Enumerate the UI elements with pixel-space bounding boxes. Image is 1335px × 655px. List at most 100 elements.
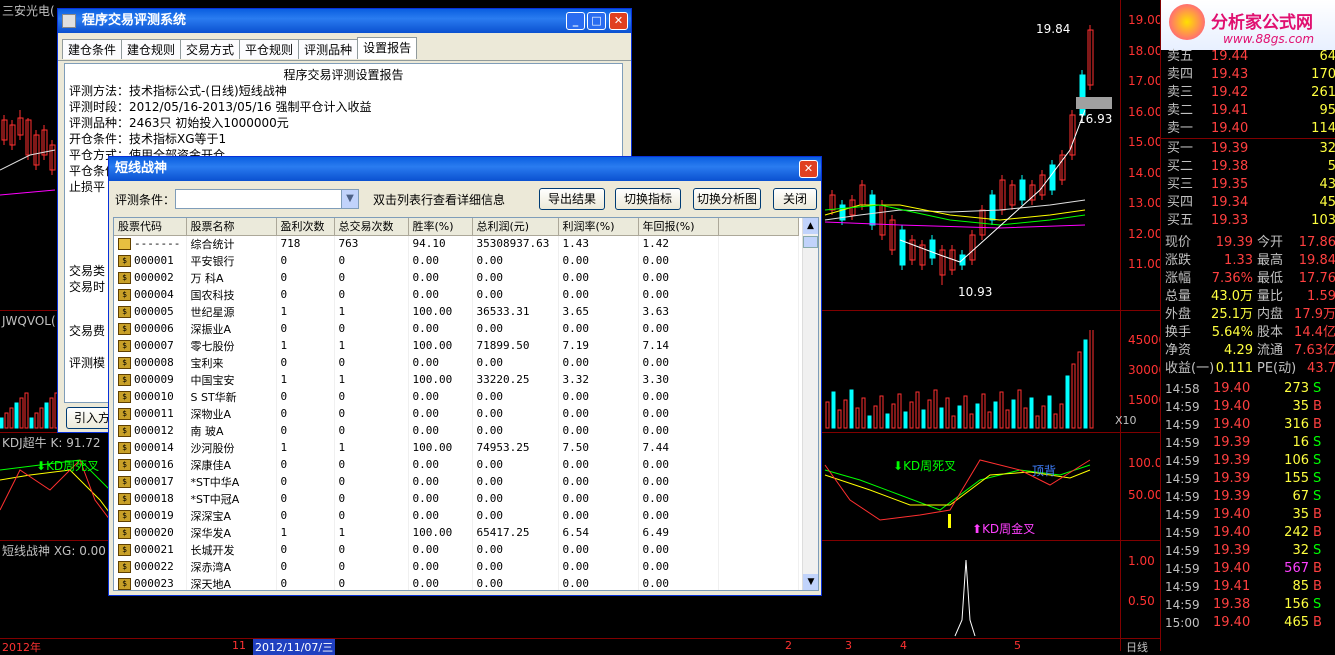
- result-table-container[interactable]: 股票代码 股票名称 盈利次数 总交易次数 胜率(%) 总利润(元) 利润率(%) 年回报(%)…: [113, 217, 819, 591]
- volume-bar: [975, 403, 980, 429]
- price-axis-label: 17.00: [1128, 74, 1163, 88]
- scroll-down-icon[interactable]: ▼: [803, 574, 818, 590]
- tab-build-cond[interactable]: 建仓条件: [62, 39, 123, 59]
- report-line: 评测方法：技术指标公式-(日线)短线战神: [69, 84, 287, 98]
- table-row[interactable]: $000005 世纪星源 1 1 100.00 36533.31 3.65 3.63: [114, 303, 799, 320]
- switch-indicator-button[interactable]: 切换指标: [615, 188, 681, 210]
- table-row[interactable]: $000009 中国宝安 1 1 100.00 33220.25 3.32 3.30: [114, 371, 799, 388]
- maximize-button[interactable]: □: [587, 12, 606, 30]
- xg-axis-label: 1.00: [1128, 554, 1155, 568]
- table-row[interactable]: $000018 *ST中冠A 0 0 0.00 0.00 0.00 0.00: [114, 490, 799, 507]
- volume-bar: [34, 412, 39, 429]
- dollar-icon: $: [118, 425, 131, 437]
- grid-line: [1120, 0, 1121, 651]
- column-header[interactable]: 总交易次数: [334, 218, 409, 236]
- volume-bar: [963, 395, 968, 429]
- stat-row: 收益(一) 0.111 PE(动) 43.7: [1165, 361, 1335, 376]
- stat-row: 涨幅 7.36% 最低 17.76: [1165, 271, 1335, 286]
- stat-row: 外盘 25.1万 内盘 17.9万: [1165, 307, 1335, 322]
- sell-level-row: 卖二 19.41 95: [1167, 103, 1335, 118]
- volume-bar: [927, 399, 932, 429]
- scroll-thumb[interactable]: [803, 236, 818, 248]
- tick-row: 15:00 19.40 465 B: [1165, 615, 1322, 630]
- volume-bar: [945, 397, 950, 429]
- logo-banner[interactable]: 分析家公式网 www.88gs.com: [1161, 0, 1335, 50]
- tab-settings-report[interactable]: 设置报告: [357, 37, 418, 59]
- export-button[interactable]: 导出结果: [539, 188, 605, 210]
- tick-row: 14:59 19.41 85 B: [1165, 579, 1322, 594]
- table-row[interactable]: $000021 长城开发 0 0 0.00 0.00 0.00 0.00: [114, 541, 799, 558]
- table-row[interactable]: $000007 零七股份 1 1 100.00 71899.50 7.19 7.14: [114, 337, 799, 354]
- dollar-icon: $: [118, 289, 131, 301]
- column-header[interactable]: 股票代码: [114, 218, 187, 236]
- tab-eval-variety[interactable]: 评测品种: [298, 39, 359, 59]
- chevron-down-icon[interactable]: ▼: [341, 190, 358, 208]
- eval-system-titlebar[interactable]: 程序交易评测系统 _ □ ✕: [58, 9, 631, 33]
- volume-bar: [987, 411, 992, 429]
- column-header[interactable]: 年回报(%): [638, 218, 719, 236]
- sell-level-row: 卖四 19.43 170: [1167, 67, 1335, 82]
- table-row[interactable]: $000008 宝利来 0 0 0.00 0.00 0.00 0.00: [114, 354, 799, 371]
- hint-text: 双击列表行查看详细信息: [373, 193, 506, 207]
- table-row[interactable]: $000022 深赤湾A 0 0 0.00 0.00 0.00 0.00: [114, 558, 799, 575]
- flower-logo-icon: [1169, 4, 1205, 40]
- volume-bar: [0, 417, 4, 429]
- result-table: 股票代码 股票名称 盈利次数 总交易次数 胜率(%) 总利润(元) 利润率(%) 年回报(%)…: [114, 218, 799, 590]
- table-row[interactable]: $000001 平安银行 0 0 0.00 0.00 0.00 0.00: [114, 252, 799, 269]
- folder-icon: [118, 238, 131, 251]
- result-titlebar[interactable]: 短线战神 ✕: [109, 157, 821, 181]
- date-label: 4: [900, 639, 907, 652]
- volume-bar: [999, 391, 1004, 429]
- tab-close-rule[interactable]: 平仓规则: [239, 39, 300, 59]
- volume-bar: [1047, 395, 1052, 429]
- column-header[interactable]: 盈利次数: [276, 218, 335, 236]
- table-row[interactable]: $000023 深天地A 0 0 0.00 0.00 0.00 0.00: [114, 575, 799, 590]
- date-label: 2012年: [2, 641, 41, 654]
- result-close-icon[interactable]: ✕: [799, 160, 818, 178]
- table-row[interactable]: $000016 深康佳A 0 0 0.00 0.00 0.00 0.00: [114, 456, 799, 473]
- volume-bar: [44, 402, 49, 429]
- dollar-icon: $: [118, 561, 131, 573]
- logo-name: 分析家公式网: [1211, 13, 1313, 33]
- tab-trade-mode[interactable]: 交易方式: [180, 39, 241, 59]
- cond-select[interactable]: ▼: [175, 189, 359, 209]
- price-axis-label: 18.00: [1128, 43, 1163, 58]
- column-header[interactable]: 胜率(%): [408, 218, 473, 236]
- column-header[interactable]: 利润率(%): [558, 218, 639, 236]
- column-header[interactable]: 总利润(元): [472, 218, 559, 236]
- table-row[interactable]: ------- 综合统计 718 763 94.10 35308937.63 1.43 1.4…: [114, 235, 799, 252]
- result-window[interactable]: 短线战神 ✕ 评测条件： ▼ 双击列表行查看详细信息 导出结果 切换指标 切换分…: [108, 156, 822, 596]
- tab-build-rule[interactable]: 建仓规则: [121, 39, 182, 59]
- table-header: 股票代码 股票名称 盈利次数 总交易次数 胜率(%) 总利润(元) 利润率(%) 年回报(%): [114, 218, 799, 236]
- kd-dead-label: ⬇KD周死叉: [36, 459, 100, 473]
- side-label: 交易费: [69, 324, 106, 338]
- switch-chart-button[interactable]: 切换分析图: [693, 188, 761, 210]
- price-axis-label: 12.00: [1128, 226, 1163, 241]
- scrollbar[interactable]: ▲ ▼: [802, 218, 818, 590]
- table-row[interactable]: $000017 *ST中华A 0 0 0.00 0.00 0.00 0.00: [114, 473, 799, 490]
- tick-row: 14:59 19.40 567 B: [1165, 561, 1322, 576]
- volume-bar: [4, 412, 9, 429]
- table-row[interactable]: $000014 沙河股份 1 1 100.00 74953.25 7.50 7.44: [114, 439, 799, 456]
- buy-level-row: 买四 19.34 45: [1167, 195, 1335, 210]
- logo-url: www.88gs.com: [1223, 32, 1315, 46]
- table-row[interactable]: $000011 深物业A 0 0 0.00 0.00 0.00 0.00: [114, 405, 799, 422]
- close-button[interactable]: 关闭: [773, 188, 817, 210]
- volume-bar: [873, 405, 878, 429]
- scroll-up-icon[interactable]: ▲: [803, 218, 818, 234]
- table-row[interactable]: $000012 南 玻A 0 0 0.00 0.00 0.00 0.00: [114, 422, 799, 439]
- tick-row: 14:59 19.39 67 S: [1165, 489, 1322, 504]
- table-row[interactable]: $000004 国农科技 0 0 0.00 0.00 0.00 0.00: [114, 286, 799, 303]
- table-row[interactable]: $000019 深深宝A 0 0 0.00 0.00 0.00 0.00: [114, 507, 799, 524]
- table-row[interactable]: $000006 深振业A 0 0 0.00 0.00 0.00 0.00: [114, 320, 799, 337]
- table-row[interactable]: $000020 深华发A 1 1 100.00 65417.25 6.54 6.49: [114, 524, 799, 541]
- volume-bar: [909, 401, 914, 429]
- kd-top-label: 顶背: [1032, 464, 1057, 478]
- close-button[interactable]: ✕: [609, 12, 628, 30]
- kd-axis-label: 100.0: [1128, 456, 1163, 470]
- minimize-button[interactable]: _: [566, 12, 585, 30]
- table-row[interactable]: $000002 万 科A 0 0 0.00 0.00 0.00 0.00: [114, 269, 799, 286]
- dollar-icon: $: [118, 272, 131, 284]
- column-header[interactable]: 股票名称: [186, 218, 277, 236]
- table-row[interactable]: $000010 S ST华新 0 0 0.00 0.00 0.00 0.00: [114, 388, 799, 405]
